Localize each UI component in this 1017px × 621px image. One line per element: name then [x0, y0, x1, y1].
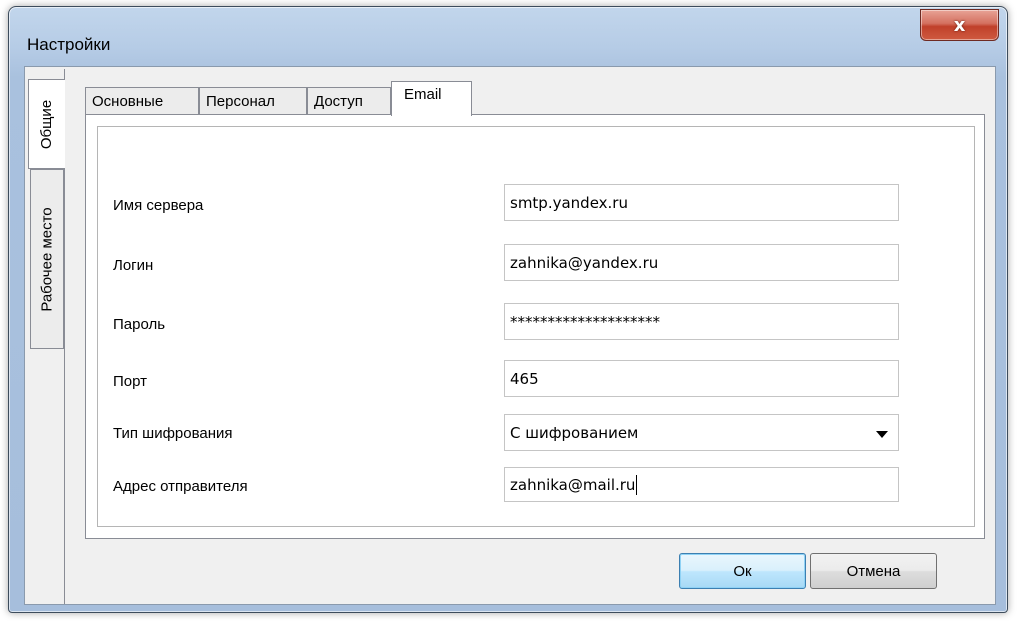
- port-value: 465: [510, 369, 539, 388]
- ok-button-label: Ок: [733, 562, 752, 580]
- ok-button[interactable]: Ок: [679, 553, 806, 589]
- tab-basic[interactable]: Основные: [85, 87, 199, 115]
- password-row: Пароль ********************: [98, 303, 974, 343]
- port-input[interactable]: 465: [504, 360, 899, 397]
- tab-access[interactable]: Доступ: [307, 87, 391, 115]
- window-title: Настройки: [27, 35, 111, 54]
- server-row: Имя сервера smtp.yandex.ru: [98, 184, 974, 224]
- server-value: smtp.yandex.ru: [510, 193, 628, 212]
- port-label: Порт: [113, 373, 148, 390]
- cancel-button-label: Отмена: [846, 562, 901, 580]
- tab-email[interactable]: Email: [391, 81, 472, 116]
- tab-staff-label: Персонал: [206, 93, 275, 110]
- side-tab-general-label: Общие: [38, 99, 56, 149]
- encryption-label: Тип шифрования: [113, 425, 233, 442]
- tab-access-label: Доступ: [314, 93, 363, 110]
- password-label: Пароль: [113, 316, 166, 333]
- close-button[interactable]: x: [920, 9, 999, 41]
- port-row: Порт 465: [98, 360, 974, 400]
- title-bar[interactable]: Настройки x: [9, 7, 1007, 61]
- password-input[interactable]: ********************: [504, 303, 899, 340]
- login-label: Логин: [113, 257, 154, 274]
- settings-window: Настройки x Общие Рабочее место Основные…: [8, 6, 1008, 613]
- general-panel: Основные Персонал Доступ Email Имя серве…: [65, 67, 995, 604]
- top-tab-strip: Основные Персонал Доступ Email: [85, 81, 985, 116]
- dropdown-arrow-icon[interactable]: [876, 431, 888, 438]
- dialog-client-area: Общие Рабочее место Основные Персонал До…: [24, 66, 996, 605]
- login-input[interactable]: zahnika@yandex.ru: [504, 244, 899, 281]
- side-tab-workplace-label: Рабочее место: [38, 206, 56, 312]
- email-settings-group: Имя сервера smtp.yandex.ru Логин zahnika…: [97, 126, 975, 527]
- encryption-select[interactable]: С шифрованием: [504, 414, 899, 451]
- sender-input[interactable]: zahnika@mail.ru: [504, 467, 899, 502]
- text-cursor: [636, 474, 638, 495]
- tab-basic-label: Основные: [92, 93, 164, 110]
- login-row: Логин zahnika@yandex.ru: [98, 244, 974, 284]
- server-label: Имя сервера: [113, 197, 204, 214]
- close-icon: x: [953, 14, 966, 36]
- tab-staff[interactable]: Персонал: [199, 87, 307, 115]
- sender-value: zahnika@mail.ru: [510, 475, 636, 494]
- encryption-row: Тип шифрования С шифрованием: [98, 414, 974, 454]
- email-tab-page: Имя сервера smtp.yandex.ru Логин zahnika…: [85, 114, 985, 539]
- server-input[interactable]: smtp.yandex.ru: [504, 184, 899, 221]
- cancel-button[interactable]: Отмена: [810, 553, 937, 589]
- tab-email-label: Email: [404, 86, 442, 103]
- side-tab-general[interactable]: Общие: [28, 79, 65, 169]
- sender-label: Адрес отправителя: [113, 478, 248, 495]
- side-tab-workplace[interactable]: Рабочее место: [30, 169, 64, 349]
- password-value: ********************: [510, 312, 660, 331]
- encryption-value: С шифрованием: [510, 423, 639, 442]
- login-value: zahnika@yandex.ru: [510, 253, 659, 272]
- sender-row: Адрес отправителя zahnika@mail.ru: [98, 467, 974, 507]
